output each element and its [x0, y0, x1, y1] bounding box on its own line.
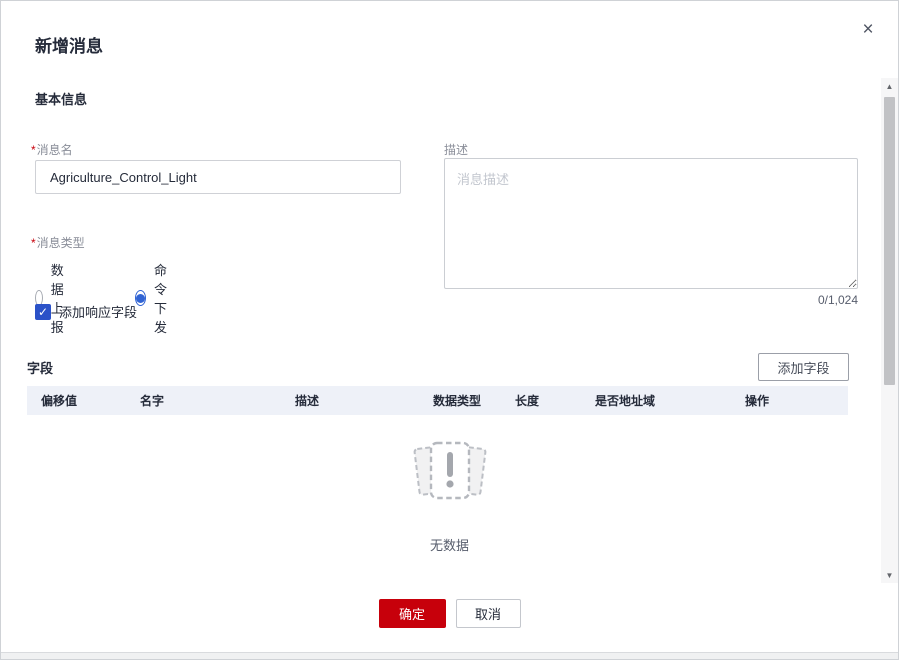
- add-response-field-checkbox[interactable]: ✓ 添加响应字段: [35, 302, 137, 321]
- checkbox-label: 添加响应字段: [59, 302, 137, 321]
- page-background: 新增消息 × 基本信息 *消息名 描述 0/1,024 *消息类型 数据上报 命…: [0, 0, 899, 660]
- description-textarea[interactable]: [444, 158, 858, 289]
- fields-table: 偏移值 名字 描述 数据类型 长度 是否地址域 操作: [27, 386, 848, 415]
- radio-command-delivery[interactable]: 命令下发: [135, 260, 172, 336]
- required-asterisk: *: [31, 236, 36, 250]
- col-description: 描述: [281, 386, 419, 415]
- basic-info-section-title: 基本信息: [35, 89, 87, 108]
- radio-label: 数据上报: [51, 260, 72, 336]
- checkbox-checked-icon: ✓: [35, 304, 51, 320]
- dialog-title: 新增消息: [35, 32, 103, 57]
- radio-label: 命令下发: [154, 260, 172, 336]
- scroll-up-icon[interactable]: ▲: [881, 78, 898, 94]
- fields-section-title: 字段: [27, 358, 53, 377]
- col-offset: 偏移值: [27, 386, 126, 415]
- char-counter: 0/1,024: [758, 293, 858, 307]
- add-message-dialog: 新增消息 × 基本信息 *消息名 描述 0/1,024 *消息类型 数据上报 命…: [1, 1, 898, 653]
- table-header-row: 偏移值 名字 描述 数据类型 长度 是否地址域 操作: [27, 386, 848, 415]
- empty-state: 无数据: [1, 437, 898, 554]
- col-data-type: 数据类型: [419, 386, 501, 415]
- no-data-text: 无数据: [430, 535, 469, 554]
- col-name: 名字: [126, 386, 281, 415]
- col-operation: 操作: [731, 386, 848, 415]
- description-label: 描述: [444, 141, 468, 158]
- col-address-field: 是否地址域: [581, 386, 731, 415]
- message-type-label: *消息类型: [31, 234, 85, 251]
- dialog-footer: 确定 取消: [1, 599, 898, 628]
- required-asterisk: *: [31, 143, 36, 157]
- cancel-button[interactable]: 取消: [456, 599, 521, 628]
- scrollbar-thumb[interactable]: [884, 97, 895, 385]
- message-name-label: *消息名: [31, 141, 73, 158]
- scrollbar-track[interactable]: ▲ ▼: [881, 78, 898, 583]
- radio-data-report[interactable]: 数据上报: [35, 260, 72, 336]
- scroll-down-icon[interactable]: ▼: [881, 567, 898, 583]
- confirm-button[interactable]: 确定: [379, 599, 446, 628]
- message-name-input[interactable]: [35, 160, 401, 194]
- add-field-button[interactable]: 添加字段: [758, 353, 849, 381]
- close-icon[interactable]: ×: [855, 17, 881, 43]
- col-length: 长度: [501, 386, 581, 415]
- no-data-icon: [398, 437, 502, 511]
